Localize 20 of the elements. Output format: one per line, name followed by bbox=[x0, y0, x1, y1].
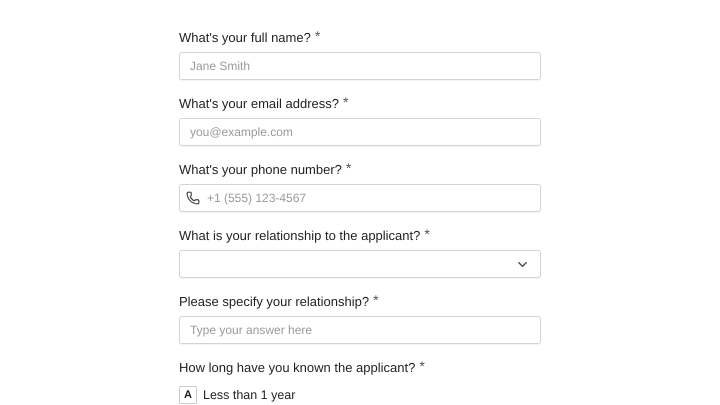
select-field[interactable] bbox=[179, 250, 541, 278]
choice-label[interactable]: Less than 1 year bbox=[203, 388, 296, 402]
question-label: How long have you known the applicant? bbox=[179, 360, 416, 376]
text-field[interactable]: Jane Smith bbox=[179, 52, 541, 80]
required-mark: * bbox=[314, 30, 320, 42]
phone-field[interactable]: +1 (555) 123-4567 bbox=[179, 184, 541, 212]
required-mark: * bbox=[373, 294, 379, 306]
required-mark: * bbox=[424, 228, 430, 240]
choice-key[interactable]: A bbox=[179, 386, 197, 404]
question-label: What is your relationship to the applicant? bbox=[179, 228, 420, 244]
question-label: What's your full name? bbox=[179, 30, 311, 46]
question-label: Please specify your relationship? bbox=[179, 294, 370, 310]
text-field[interactable]: Type your answer here bbox=[179, 316, 541, 344]
question-label: What's your email address? bbox=[179, 96, 339, 112]
required-mark: * bbox=[419, 360, 425, 372]
required-mark: * bbox=[346, 162, 352, 174]
question-label: What's your phone number? bbox=[179, 162, 342, 178]
text-field[interactable]: you@example.com bbox=[179, 118, 541, 146]
required-mark: * bbox=[343, 96, 348, 108]
phone-icon bbox=[186, 191, 200, 205]
